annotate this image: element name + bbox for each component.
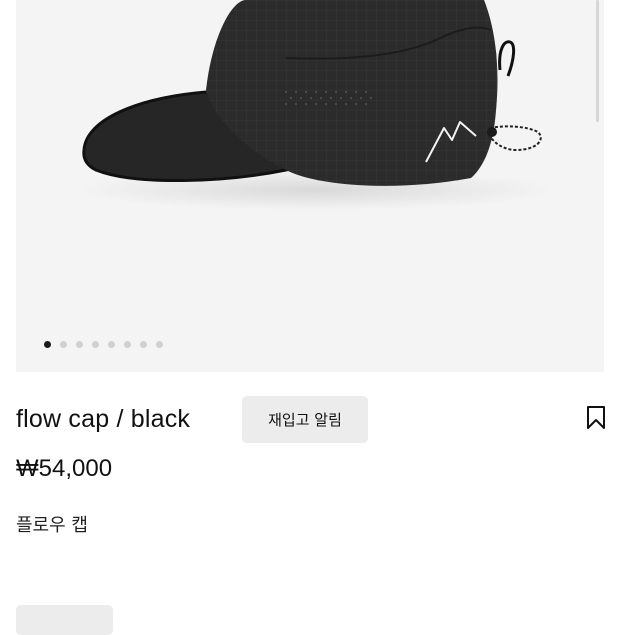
bookmark-button[interactable] <box>584 405 608 431</box>
pagination-dot[interactable] <box>44 341 51 348</box>
pagination-dot[interactable] <box>156 341 163 348</box>
bookmark-icon <box>587 406 605 429</box>
cap-photo <box>76 0 556 210</box>
product-title: flow cap / black <box>16 405 191 433</box>
product-image-gallery[interactable] <box>16 0 604 372</box>
product-price: ₩54,000 <box>16 455 113 482</box>
product-subtitle: 플로우 캡 <box>16 515 88 536</box>
option-chip[interactable] <box>16 605 113 635</box>
pagination-dot[interactable] <box>92 341 99 348</box>
pagination-dot[interactable] <box>76 341 83 348</box>
pagination-dot[interactable] <box>124 341 131 348</box>
pagination-dot[interactable] <box>60 341 67 348</box>
pagination-dot[interactable] <box>140 341 147 348</box>
restock-notify-button[interactable]: 재입고 알림 <box>242 396 368 443</box>
gallery-pagination <box>44 341 163 348</box>
gallery-scrollbar[interactable] <box>596 0 599 122</box>
pagination-dot[interactable] <box>108 341 115 348</box>
